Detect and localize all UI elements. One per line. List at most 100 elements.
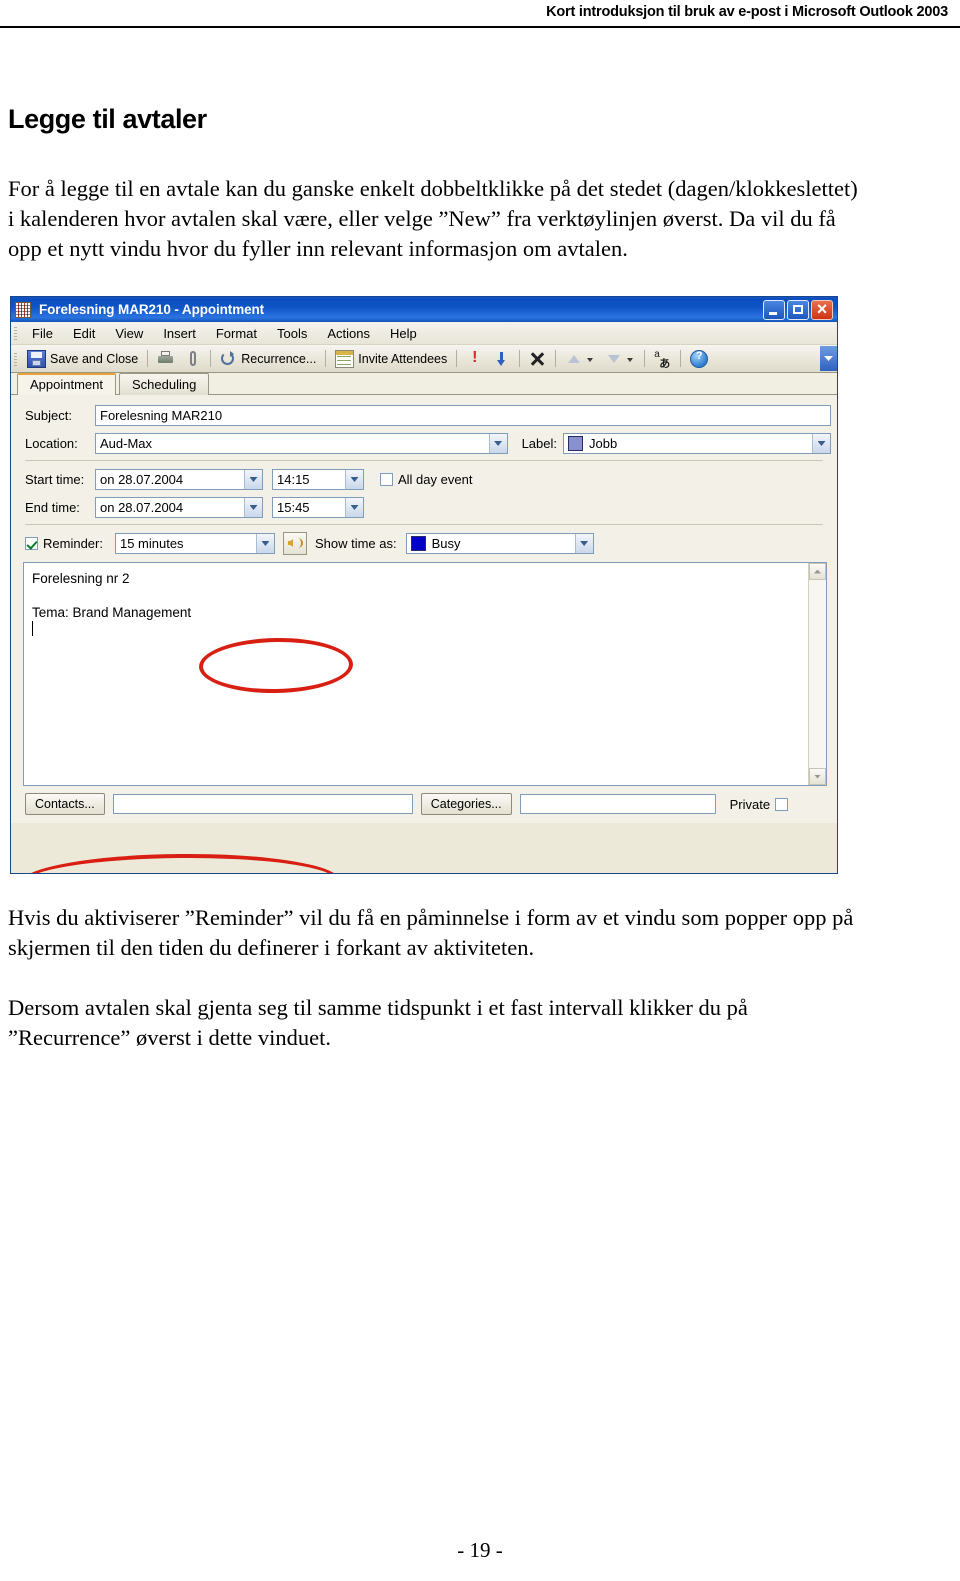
start-date-select[interactable]: on 28.07.2004 [95,469,263,490]
save-and-close-label: Save and Close [50,351,139,366]
contacts-input[interactable] [112,794,413,814]
start-clock-value: 14:15 [277,472,310,487]
notes-scrollbar[interactable] [808,563,826,785]
chevron-down-icon[interactable] [574,534,593,553]
private-checkbox-box[interactable] [775,797,789,811]
start-time-label: Start time: [25,472,85,487]
scroll-down-icon[interactable] [809,768,826,785]
menu-item-view[interactable]: View [105,324,153,343]
chevron-down-icon[interactable] [586,351,595,367]
save-and-close-button[interactable]: Save and Close [22,348,143,370]
tab-strip: Appointment Scheduling [11,373,837,395]
page-title: Legge til avtaler [8,104,207,134]
menu-item-insert[interactable]: Insert [153,324,206,343]
invite-attendees-button[interactable]: Invite Attendees [330,348,452,370]
save-icon [27,349,46,368]
start-clock-select[interactable]: 14:15 [272,469,364,490]
toolbar-separator [147,350,149,367]
page-number: - 19 - [457,1538,503,1562]
show-time-as-label: Show time as: [314,536,397,551]
menu-item-actions[interactable]: Actions [317,324,380,343]
notes-text[interactable]: Forelesning nr 2 Tema: Brand Management [24,563,808,785]
help-icon [690,349,709,368]
end-clock-select[interactable]: 15:45 [272,497,364,518]
label-field-label: Label: [521,436,557,451]
chevron-down-icon[interactable] [812,434,830,453]
header-divider [0,26,960,28]
end-date-select[interactable]: on 28.07.2004 [95,497,263,518]
notes-area[interactable]: Forelesning nr 2 Tema: Brand Management [23,562,827,786]
subject-row: Subject: Forelesning MAR210 [11,403,837,428]
reminder-value: 15 minutes [119,536,184,551]
help-button[interactable] [685,348,713,370]
show-time-as-select[interactable]: Busy [405,533,594,554]
menu-item-file[interactable]: File [22,324,63,343]
all-day-event-checkbox[interactable]: All day event [380,472,472,487]
menu-item-edit[interactable]: Edit [63,324,105,343]
importance-low-button[interactable] [488,349,515,369]
previous-item-icon [565,351,582,367]
scroll-up-icon[interactable] [809,563,826,580]
label-value: Jobb [589,436,618,451]
running-header-text: Kort introduksjon til bruk av e-post i M… [546,4,948,20]
toolbar-separator [325,350,327,367]
reminder-checkbox[interactable] [25,537,38,550]
end-date-value: on 28.07.2004 [100,500,184,515]
delete-button[interactable] [524,349,551,369]
minimize-icon[interactable] [763,299,785,320]
chevron-down-icon[interactable] [345,498,363,517]
next-item-button[interactable] [600,349,640,369]
paragraph-recurrence: Dersom avtalen skal gjenta seg til samme… [8,995,748,1050]
attach-button[interactable] [179,349,206,369]
notes-blank-line [32,587,800,604]
toolbar-grip-handle[interactable] [14,351,17,366]
outlook-appointment-window: Forelesning MAR210 - Appointment File Ed… [10,296,838,874]
label-select[interactable]: Jobb [563,433,831,454]
running-header: Kort introduksjon til bruk av e-post i M… [0,0,960,26]
language-button[interactable]: a あ [649,349,676,369]
chevron-down-icon[interactable] [345,470,363,489]
form-divider [25,524,823,525]
chevron-down-icon[interactable] [255,534,274,553]
contacts-button[interactable]: Contacts... [25,793,105,815]
invite-attendees-label: Invite Attendees [358,351,448,366]
previous-item-button[interactable] [560,349,600,369]
print-button[interactable] [152,349,179,369]
tab-appointment[interactable]: Appointment [17,373,116,395]
show-time-as-color-swatch [410,536,426,551]
tab-scheduling[interactable]: Scheduling [119,373,210,395]
chevron-down-icon[interactable] [244,470,262,489]
scrollbar-track[interactable] [809,580,826,768]
chevron-down-icon[interactable] [488,434,507,453]
location-input[interactable]: Aud-Max [95,433,508,454]
reminder-sound-button[interactable] [282,532,307,555]
recurrence-button[interactable]: Recurrence... [215,349,321,369]
toolbar-separator [680,350,682,367]
chevron-down-icon[interactable] [244,498,262,517]
all-day-event-checkbox-box[interactable] [380,473,393,486]
private-checkbox[interactable]: Private [730,797,793,812]
start-time-row: Start time: on 28.07.2004 14:15 All day … [11,467,837,492]
maximize-icon[interactable] [787,299,809,320]
form-divider [25,460,823,461]
recurrence-label: Recurrence... [241,351,317,366]
end-time-row: End time: on 28.07.2004 15:45 [11,495,837,520]
importance-high-button[interactable] [461,349,488,369]
menu-item-tools[interactable]: Tools [267,324,317,343]
reminder-select[interactable]: 15 minutes [114,533,275,554]
toolbar-overflow-icon[interactable] [820,346,837,371]
categories-button[interactable]: Categories... [420,793,512,815]
categories-input[interactable] [519,794,716,814]
menu-item-format[interactable]: Format [206,324,267,343]
notes-line-1: Forelesning nr 2 [32,571,130,586]
close-icon[interactable] [811,298,833,320]
chevron-down-icon[interactable] [626,351,635,367]
subject-input[interactable]: Forelesning MAR210 [95,405,831,426]
importance-low-icon [493,351,510,367]
invite-attendees-icon [335,349,355,368]
location-label: Location: [25,436,78,451]
menu-grip-handle[interactable] [14,326,17,340]
window-controls [763,298,835,320]
toolbar-separator [555,350,557,367]
menu-item-help[interactable]: Help [380,324,427,343]
